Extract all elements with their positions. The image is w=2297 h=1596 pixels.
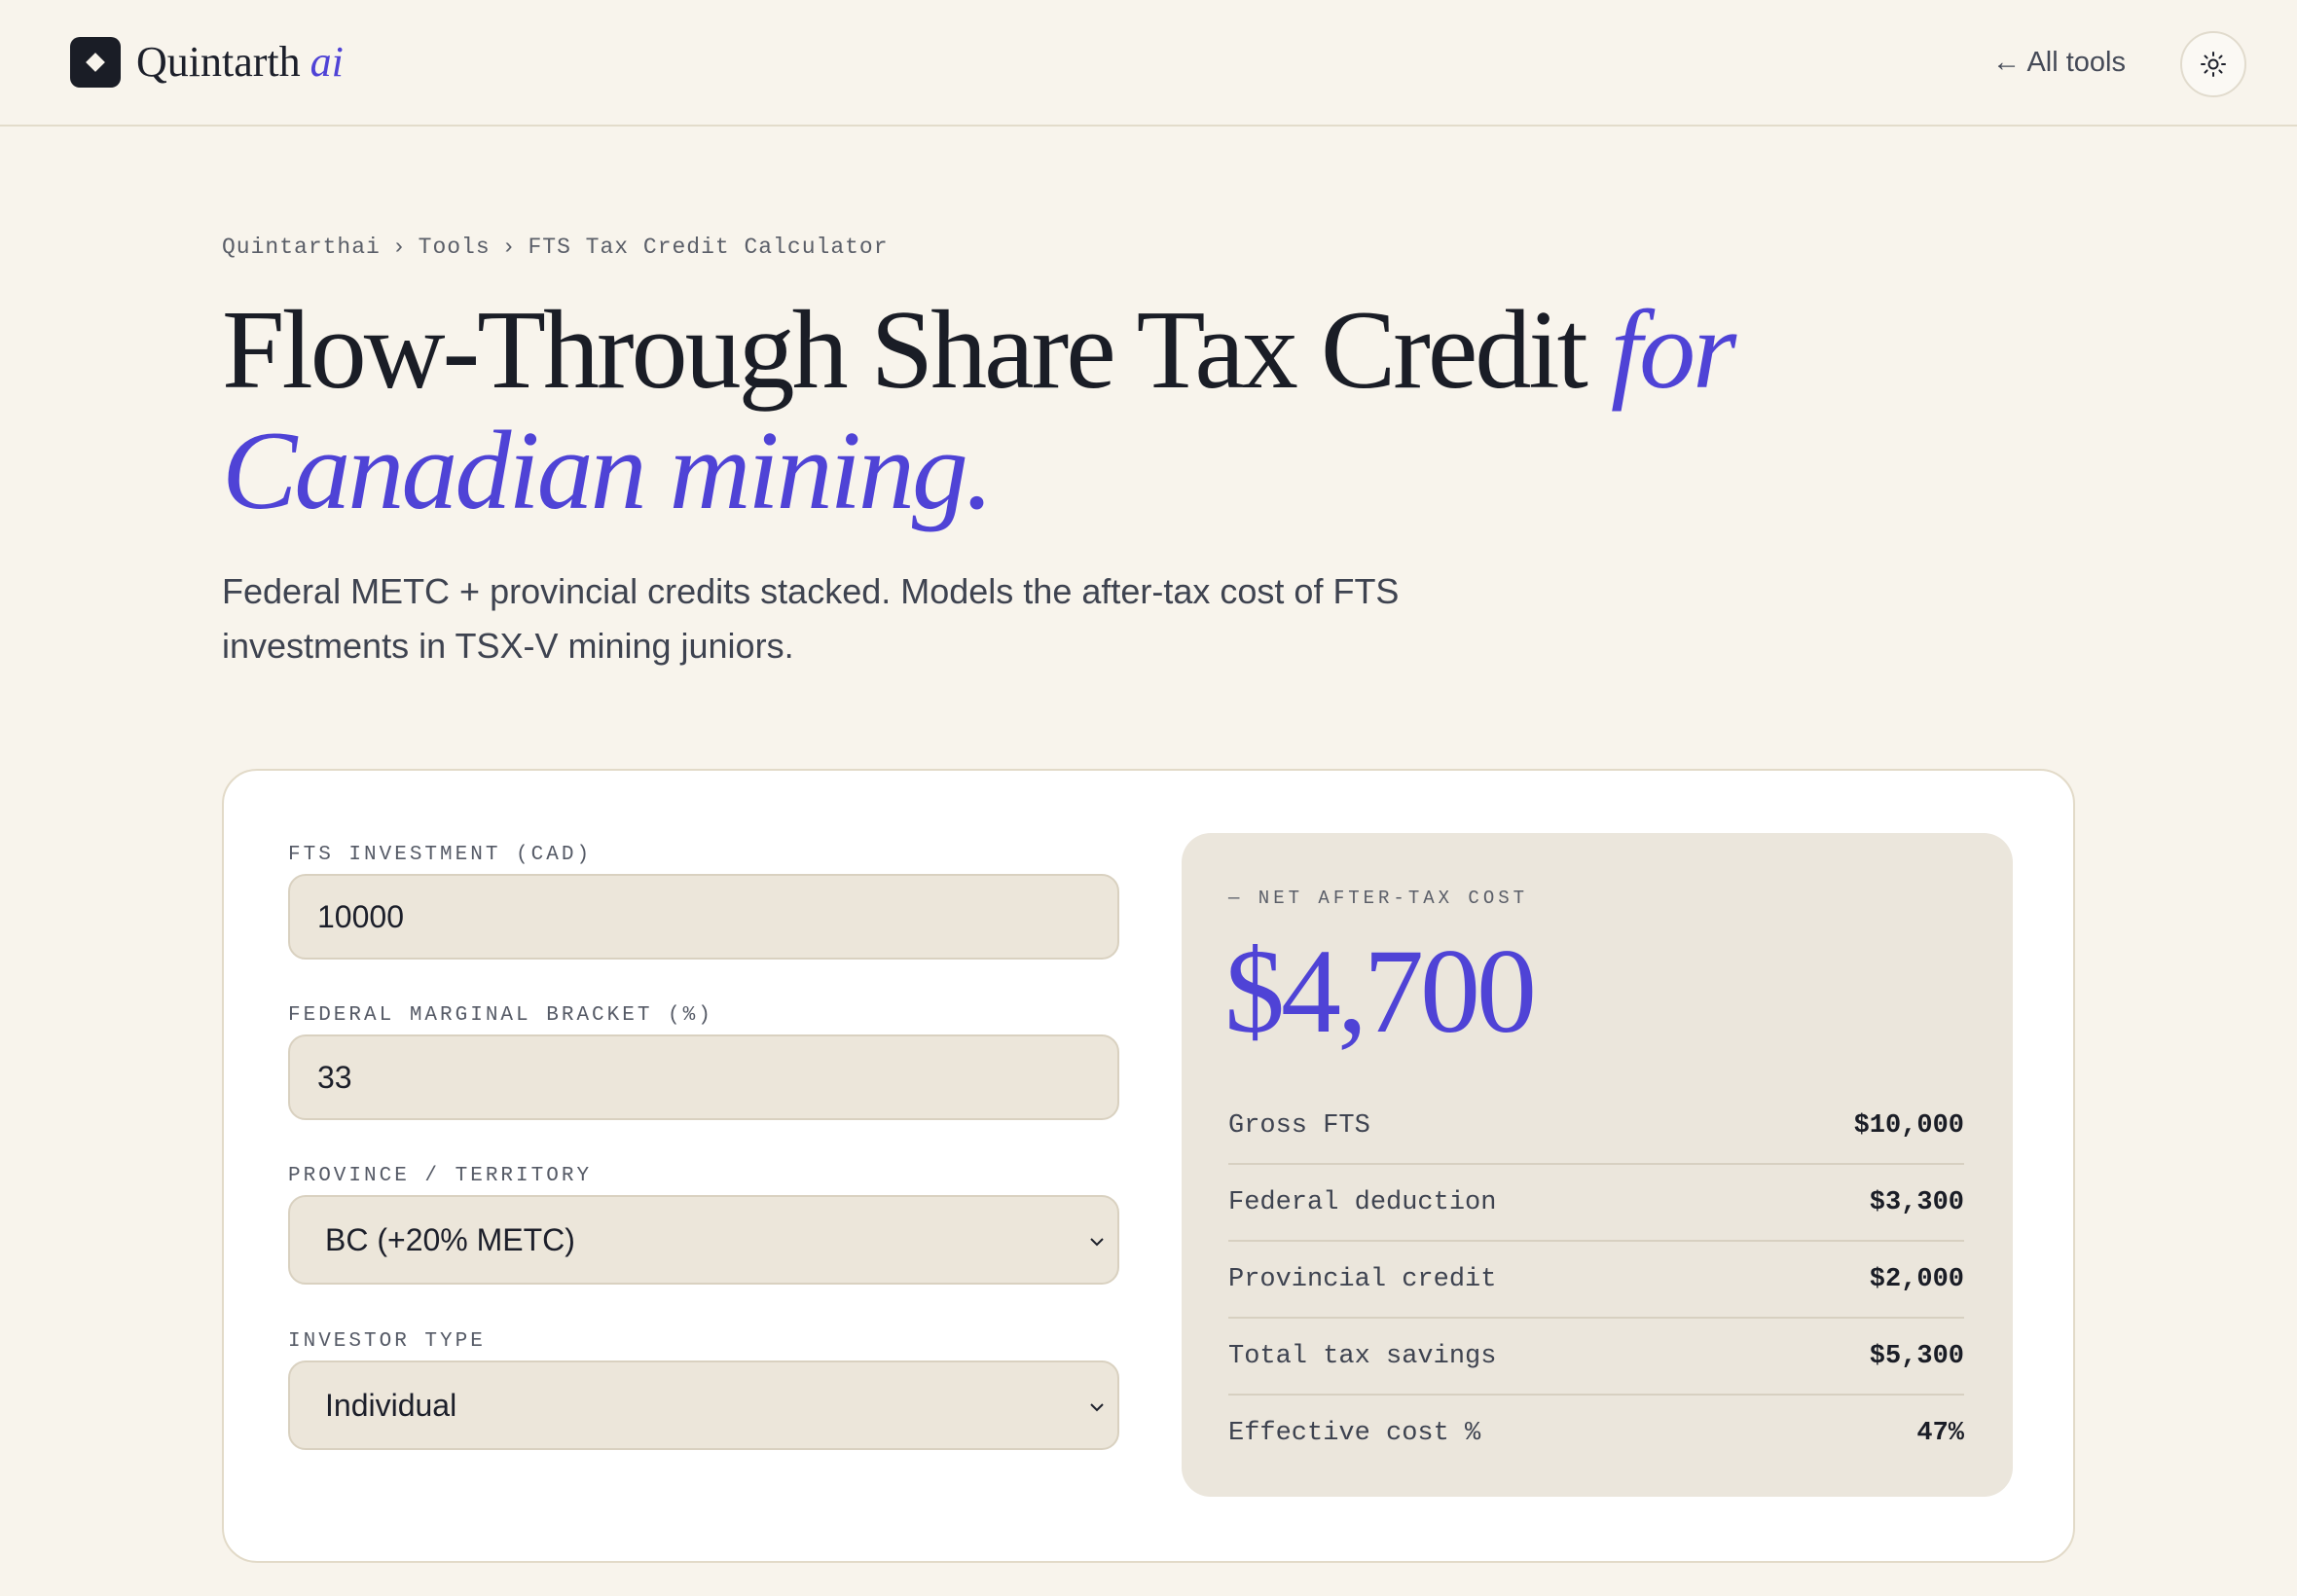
investment-label: FTS INVESTMENT (CAD) [288,844,593,866]
breadcrumb-item-current: FTS Tax Credit Calculator [528,235,889,260]
investor-type-select[interactable]: Individual [288,1360,1119,1450]
breadcrumb-item-tools[interactable]: Tools [419,235,491,260]
row-label: Effective cost % [1228,1418,1481,1448]
row-label: Provincial credit [1228,1264,1497,1294]
page-title-main: Flow-Through Share Tax Credit [222,288,1588,413]
investment-value: 10000 [317,899,404,934]
row-label: Total tax savings [1228,1341,1497,1371]
investor-type-label: INVESTOR TYPE [288,1330,486,1353]
breadcrumb: Quintarthai › Tools › FTS Tax Credit Calcula… [222,230,889,265]
brand-name-text: Quintarth [136,38,301,86]
row-value: $2,000 [1869,1264,1964,1294]
chevron-down-icon [1090,1238,1104,1247]
net-cost-value: $4,700 [1224,925,1537,1058]
net-cost-label: — NET AFTER-TAX COST [1228,888,1529,909]
breadcrumb-item-home[interactable]: Quintarthai [222,235,381,260]
breakdown-row-provincial: Provincial credit $2,000 [1228,1242,1964,1319]
breakdown-list: Gross FTS $10,000 Federal deduction $3,3… [1228,1088,1964,1470]
bracket-input[interactable]: 33 [288,1034,1119,1120]
sun-icon [2201,52,2226,77]
breadcrumb-separator: › [391,235,407,260]
calculator-card: FTS INVESTMENT (CAD) 10000 FEDERAL MARGI… [222,769,2075,1563]
row-label: Federal deduction [1228,1187,1497,1217]
chevron-down-icon [1090,1403,1104,1412]
bracket-value: 33 [317,1060,352,1095]
breakdown-row-gross: Gross FTS $10,000 [1228,1088,1964,1165]
breakdown-row-effective: Effective cost % 47% [1228,1396,1964,1470]
investment-input[interactable]: 10000 [288,874,1119,960]
province-label: PROVINCE / TERRITORY [288,1165,593,1187]
brand-name[interactable]: Quintarth ai [136,33,344,91]
row-value: $10,000 [1853,1110,1964,1141]
breakdown-row-total: Total tax savings $5,300 [1228,1319,1964,1396]
breakdown-row-federal: Federal deduction $3,300 [1228,1165,1964,1242]
all-tools-link[interactable]: ← All tools [1992,43,2126,82]
theme-toggle-button[interactable] [2180,31,2246,97]
result-panel: — NET AFTER-TAX COST $4,700 Gross FTS $1… [1182,833,2013,1497]
diamond-icon [86,53,105,72]
row-value: $5,300 [1869,1341,1964,1371]
row-value: $3,300 [1869,1187,1964,1217]
investor-type-selected: Individual [325,1388,457,1423]
page-title: Flow-Through Share Tax Credit for Canadi… [222,290,1974,531]
row-label: Gross FTS [1228,1110,1370,1141]
province-selected: BC (+20% METC) [325,1222,575,1257]
row-value: 47% [1916,1418,1964,1448]
top-bar: Quintarth ai ← All tools [0,0,2297,127]
brand-suffix: ai [310,38,344,86]
bracket-label: FEDERAL MARGINAL BRACKET (%) [288,1004,713,1027]
breadcrumb-separator: › [501,235,517,260]
page-subtitle: Federal METC + provincial credits stacke… [222,571,1400,666]
logo[interactable] [70,37,121,88]
province-select[interactable]: BC (+20% METC) [288,1195,1119,1285]
